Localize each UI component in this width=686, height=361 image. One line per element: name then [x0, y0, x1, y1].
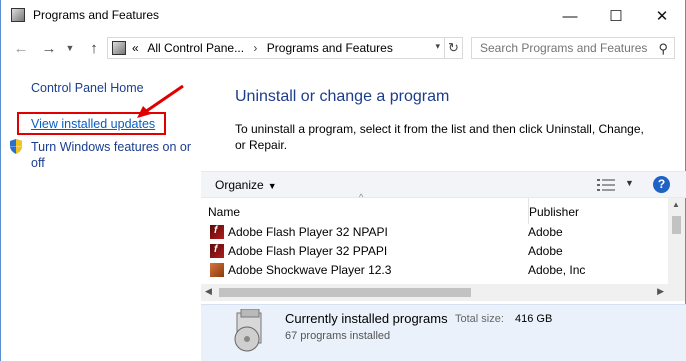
control-panel-icon [11, 8, 25, 22]
total-size-label: Total size: [455, 313, 504, 325]
refresh-icon[interactable]: ↻ [444, 38, 462, 58]
column-header-publisher-label: Publisher [529, 205, 580, 219]
program-publisher: Adobe [528, 244, 563, 258]
scroll-left-icon[interactable]: ◀ [205, 286, 212, 297]
program-publisher: Adobe, Inc [528, 263, 586, 277]
title-bar: Programs and Features — ☐ ✕ [1, 0, 685, 32]
flash-icon [210, 225, 224, 239]
annotation-arrow-icon [137, 84, 184, 118]
turn-windows-features-link[interactable]: Turn Windows features on or off [31, 139, 196, 171]
chevron-down-icon[interactable]: ▾ [435, 41, 440, 52]
table-row[interactable]: Adobe Shockwave Player 12.3 Adobe, Inc [201, 261, 668, 280]
search-icon[interactable]: ⚲ [658, 41, 668, 57]
breadcrumb: « All Control Pane... › Programs and Fea… [132, 41, 399, 55]
breadcrumb-all-control-panel[interactable]: All Control Pane... [147, 41, 244, 55]
chevron-down-icon[interactable]: ▼ [625, 178, 634, 188]
instructions-text: To uninstall a program, select it from t… [235, 122, 644, 152]
window-title: Programs and Features [33, 8, 160, 22]
close-button[interactable]: ✕ [639, 0, 685, 32]
program-list: ^ Name Publisher Adobe Flash Player 32 N… [201, 192, 686, 303]
column-header-name[interactable]: Name [208, 198, 520, 224]
table-row[interactable]: Adobe Flash Player 32 NPAPI Adobe [201, 223, 668, 242]
page-title: Uninstall or change a program [235, 88, 450, 105]
scroll-corner [668, 284, 685, 301]
control-panel-home-link[interactable]: Control Panel Home [31, 81, 144, 95]
scroll-thumb[interactable] [219, 288, 471, 297]
search-input[interactable] [472, 38, 650, 58]
scroll-up-icon[interactable]: ▲ [672, 200, 680, 209]
main-content: Uninstall or change a program To uninsta… [201, 64, 686, 361]
program-name: Adobe Flash Player 32 PPAPI [228, 244, 388, 258]
view-options-icon[interactable] [597, 179, 615, 191]
help-icon[interactable]: ? [653, 176, 670, 193]
back-arrow-icon[interactable]: ← [11, 38, 31, 58]
shield-icon [10, 139, 22, 154]
breadcrumb-separator-icon[interactable]: › [253, 41, 257, 55]
column-header-publisher[interactable]: Publisher [528, 198, 668, 224]
program-count: 67 programs installed [285, 330, 391, 342]
breadcrumb-programs-features[interactable]: Programs and Features [267, 41, 393, 55]
shockwave-icon [210, 263, 224, 277]
table-row[interactable]: Adobe Flash Player 32 PPAPI Adobe [201, 242, 668, 261]
breadcrumb-overflow[interactable]: « [132, 41, 139, 55]
navigation-bar: ← → ▼ ↑ « All Control Pane... › Programs… [1, 32, 685, 64]
command-bar: Organize ▼ ▼ ? [201, 171, 686, 198]
total-size-value: 416 GB [515, 313, 553, 325]
horizontal-scrollbar[interactable]: ◀ ▶ [201, 284, 668, 301]
scroll-thumb[interactable] [672, 216, 681, 234]
scroll-right-icon[interactable]: ▶ [657, 286, 664, 297]
up-arrow-icon[interactable]: ↑ [84, 38, 104, 58]
program-name: Adobe Flash Player 32 NPAPI [228, 225, 388, 239]
address-bar[interactable]: « All Control Pane... › Programs and Fea… [107, 37, 463, 59]
programs-window: Programs and Features — ☐ ✕ ← → ▼ ↑ « Al… [0, 0, 686, 361]
recent-locations-chevron-icon[interactable]: ▼ [63, 38, 77, 58]
installed-programs-title: Currently installed programs [285, 311, 448, 326]
control-panel-icon [112, 41, 126, 55]
maximize-button[interactable]: ☐ [593, 0, 639, 32]
forward-arrow-icon[interactable]: → [39, 38, 59, 58]
search-box[interactable]: ⚲ [471, 37, 675, 59]
program-name: Adobe Shockwave Player 12.3 [228, 263, 392, 277]
chevron-down-icon: ▼ [267, 181, 277, 191]
programs-disc-icon [234, 309, 262, 352]
details-pane: Currently installed programs Total size:… [201, 304, 686, 361]
program-publisher: Adobe [528, 225, 563, 239]
flash-icon [210, 244, 224, 258]
organize-menu[interactable]: Organize ▼ [215, 178, 277, 192]
vertical-scrollbar[interactable]: ▲ [668, 198, 685, 284]
organize-label: Organize [215, 178, 264, 192]
minimize-button[interactable]: — [547, 0, 593, 32]
